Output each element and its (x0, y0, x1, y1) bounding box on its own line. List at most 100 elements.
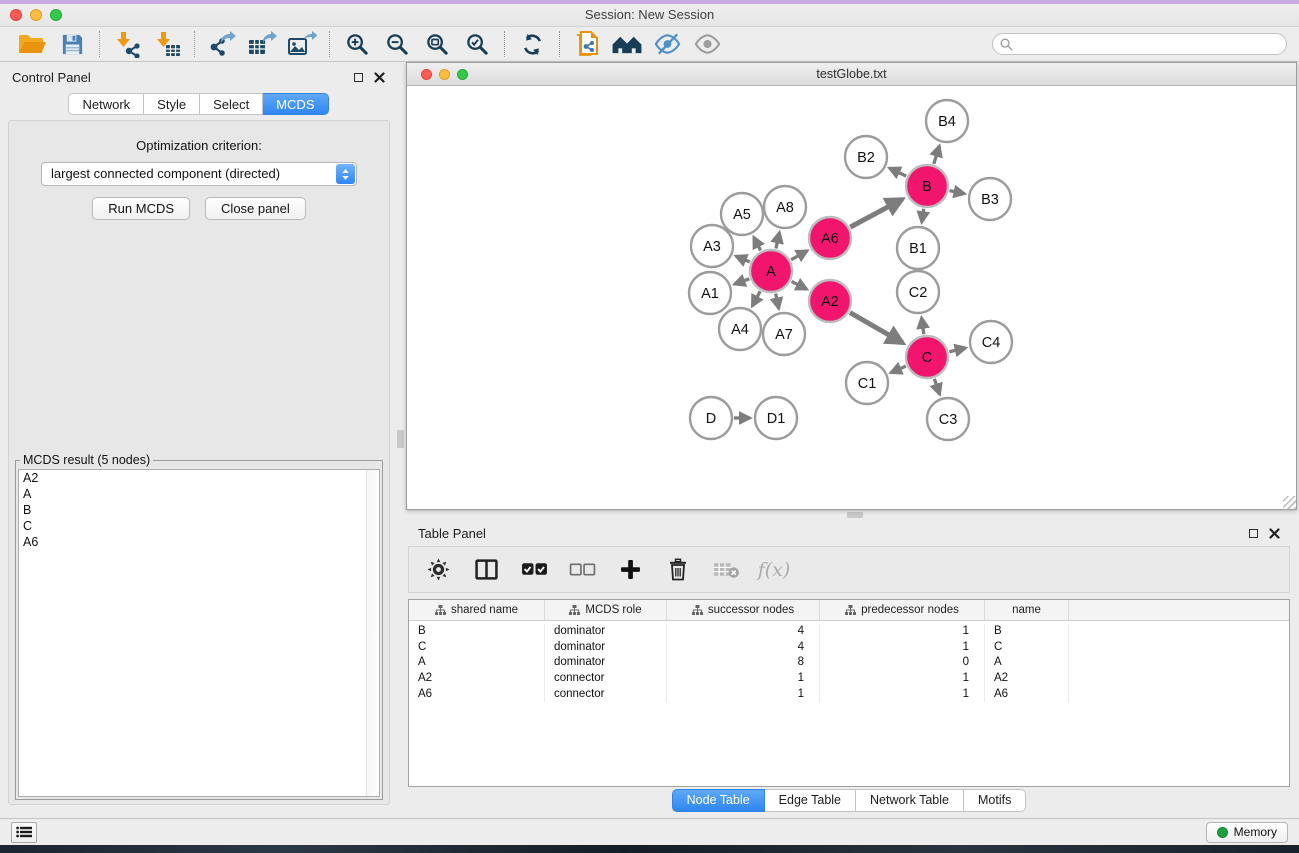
graph-edge-B-B4[interactable] (934, 146, 940, 164)
table-row[interactable]: A2connector11A2 (409, 671, 1289, 687)
tab-node-table[interactable]: Node Table (672, 789, 765, 812)
splitter-handle-vertical[interactable] (397, 430, 404, 448)
close-table-panel-icon[interactable] (1269, 528, 1280, 539)
graph-node-A3[interactable]: A3 (691, 225, 733, 267)
hide-selected-button[interactable] (647, 29, 687, 59)
delete-column-button[interactable] (659, 552, 697, 588)
tab-motifs[interactable]: Motifs (964, 789, 1026, 812)
zoom-selected-button[interactable] (457, 29, 497, 59)
graph-node-A4[interactable]: A4 (719, 308, 761, 350)
tab-mcds[interactable]: MCDS (263, 93, 328, 115)
new-network-from-selection-button[interactable] (567, 29, 607, 59)
graph-node-D[interactable]: D (690, 397, 732, 439)
graph-edge-A-A6[interactable] (791, 251, 807, 260)
task-history-button[interactable] (11, 822, 37, 843)
maximize-view-button[interactable] (457, 69, 468, 80)
table-settings-button[interactable] (419, 552, 457, 588)
delete-table-button[interactable] (707, 552, 745, 588)
add-column-button[interactable] (611, 552, 649, 588)
minimize-view-button[interactable] (439, 69, 450, 80)
graph-node-A1[interactable]: A1 (689, 272, 731, 314)
zoom-in-button[interactable] (337, 29, 377, 59)
column-header-predecessor-nodes[interactable]: predecessor nodes (820, 600, 985, 620)
graph-edge-C-C3[interactable] (934, 379, 939, 395)
deselect-all-rows-button[interactable] (563, 552, 601, 588)
splitter-handle-horizontal[interactable] (847, 512, 863, 518)
function-builder-button[interactable]: f(x) (755, 552, 793, 588)
resize-grip[interactable] (1283, 496, 1296, 509)
zoom-out-button[interactable] (377, 29, 417, 59)
graph-edge-B-B2[interactable] (889, 168, 906, 176)
show-all-button[interactable] (687, 29, 727, 59)
graph-node-A5[interactable]: A5 (721, 193, 763, 235)
graph-node-B[interactable]: B (906, 165, 948, 207)
graph-node-C2[interactable]: C2 (897, 271, 939, 313)
optimization-criterion-select[interactable]: largest connected component (directed) (41, 162, 357, 186)
graph-edge-B-B3[interactable] (950, 191, 965, 194)
table-row[interactable]: Bdominator41B (409, 624, 1289, 640)
zoom-fit-button[interactable] (417, 29, 457, 59)
graph-node-A8[interactable]: A8 (764, 186, 806, 228)
save-session-button[interactable] (52, 29, 92, 59)
graph-edge-A-A3[interactable] (736, 256, 750, 262)
apply-layout-button[interactable] (512, 29, 552, 59)
scrollbar-track[interactable] (366, 470, 379, 796)
graph-edge-A-A8[interactable] (776, 232, 780, 248)
graph-edge-A-A2[interactable] (792, 281, 807, 289)
graph-node-B1[interactable]: B1 (897, 227, 939, 269)
column-header-name[interactable]: name (985, 600, 1069, 620)
graph-edge-A-A7[interactable] (776, 294, 779, 309)
graph-edge-A-A5[interactable] (754, 237, 761, 250)
graph-node-C4[interactable]: C4 (970, 321, 1012, 363)
graph-node-C1[interactable]: C1 (846, 362, 888, 404)
graph-edge-A-A1[interactable] (734, 279, 749, 284)
maximize-window-button[interactable] (50, 9, 62, 21)
graph-node-A7[interactable]: A7 (763, 313, 805, 355)
graph-node-A6[interactable]: A6 (809, 217, 851, 259)
float-table-panel-icon[interactable] (1249, 529, 1258, 538)
graph-node-C3[interactable]: C3 (927, 398, 969, 440)
close-window-button[interactable] (10, 9, 22, 21)
first-neighbors-button[interactable] (607, 29, 647, 59)
graph-edge-B-B1[interactable] (922, 209, 924, 223)
table-row[interactable]: Cdominator41C (409, 640, 1289, 656)
minimize-window-button[interactable] (30, 9, 42, 21)
graph-edge-C-C1[interactable] (891, 366, 906, 373)
graph-edge-A6-B[interactable] (850, 199, 902, 227)
graph-edge-A-A4[interactable] (752, 291, 760, 306)
graph-node-B4[interactable]: B4 (926, 100, 968, 142)
table-row[interactable]: Adominator80A (409, 655, 1289, 671)
column-header-shared-name[interactable]: shared name (409, 600, 545, 620)
graph-node-A2[interactable]: A2 (809, 280, 851, 322)
export-network-button[interactable] (202, 29, 242, 59)
graph-edge-C-C4[interactable] (949, 348, 965, 352)
open-session-button[interactable] (12, 29, 52, 59)
graph-node-D1[interactable]: D1 (755, 397, 797, 439)
graph-node-A[interactable]: A (750, 250, 792, 292)
graph-edge-A2-C[interactable] (850, 312, 903, 343)
export-image-button[interactable] (282, 29, 322, 59)
close-panel-icon[interactable] (374, 72, 385, 83)
tab-network-table[interactable]: Network Table (856, 789, 964, 812)
table-row[interactable]: A6connector11A6 (409, 687, 1289, 703)
close-panel-button[interactable]: Close panel (205, 197, 306, 220)
column-layout-button[interactable] (467, 552, 505, 588)
mcds-result-list[interactable]: A2ABCA6 (18, 469, 380, 797)
import-table-button[interactable] (147, 29, 187, 59)
import-network-button[interactable] (107, 29, 147, 59)
graph-node-C[interactable]: C (906, 336, 948, 378)
export-table-button[interactable] (242, 29, 282, 59)
graph-node-B3[interactable]: B3 (969, 178, 1011, 220)
search-input[interactable] (1017, 37, 1279, 51)
tab-style[interactable]: Style (144, 93, 200, 115)
select-all-rows-button[interactable] (515, 552, 553, 588)
close-view-button[interactable] (421, 69, 432, 80)
network-canvas[interactable]: A A1 A2 A3 A4 A5 A6 A7 A8 B B1 B2 B3B4 C C1 C2 C3C4 D D1 (407, 87, 1296, 509)
tab-edge-table[interactable]: Edge Table (765, 789, 856, 812)
column-header-mcds-role[interactable]: MCDS role (545, 600, 667, 620)
float-panel-icon[interactable] (354, 73, 363, 82)
memory-button[interactable]: Memory (1206, 822, 1288, 843)
graph-node-B2[interactable]: B2 (845, 136, 887, 178)
run-mcds-button[interactable]: Run MCDS (92, 197, 190, 220)
column-header-successor-nodes[interactable]: successor nodes (667, 600, 820, 620)
